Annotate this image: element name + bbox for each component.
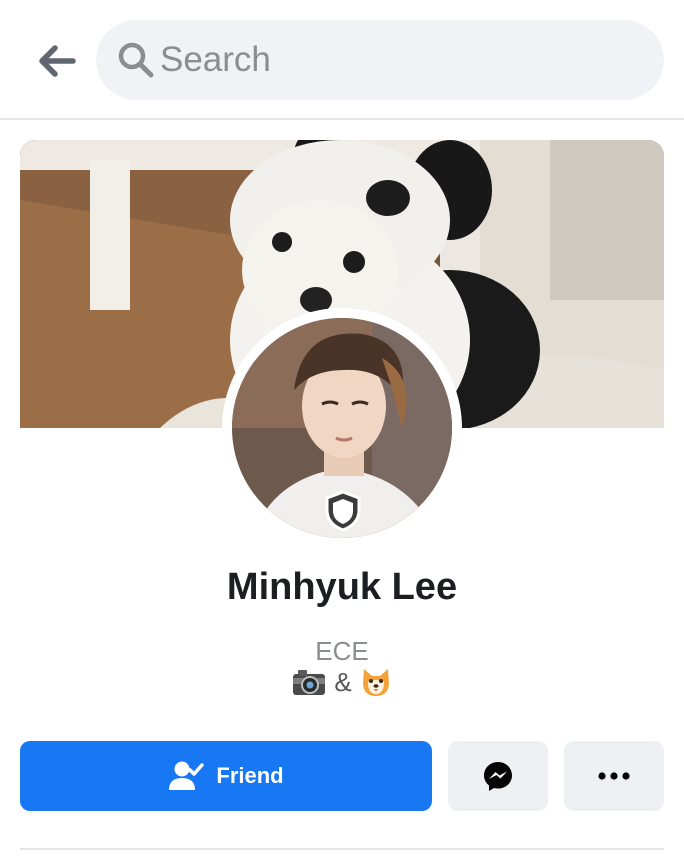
shield-icon xyxy=(325,490,361,532)
top-bar xyxy=(0,0,684,118)
bio-line-2: & xyxy=(0,666,684,698)
friend-button[interactable]: Friend xyxy=(20,741,432,811)
messenger-icon xyxy=(484,762,512,791)
back-button[interactable] xyxy=(30,34,84,88)
profile-page: Minhyuk Lee ECE & Friend xyxy=(0,0,684,866)
bio-ampersand: & xyxy=(334,666,352,697)
friend-check-icon xyxy=(169,761,205,790)
header-divider xyxy=(0,118,684,120)
message-button[interactable] xyxy=(448,741,548,811)
friend-button-label: Friend xyxy=(216,763,284,788)
more-button[interactable] xyxy=(564,741,664,811)
camera-emoji xyxy=(293,670,326,695)
more-icon xyxy=(598,772,630,780)
bio-line-1: ECE xyxy=(315,636,369,666)
search-bar[interactable] xyxy=(96,20,664,100)
search-input[interactable] xyxy=(160,38,640,82)
search-icon xyxy=(118,42,154,78)
section-divider xyxy=(20,848,664,850)
profile-name: Minhyuk Lee xyxy=(226,566,458,608)
shiba-dog-emoji xyxy=(362,669,389,696)
arrow-left-icon xyxy=(39,45,76,77)
